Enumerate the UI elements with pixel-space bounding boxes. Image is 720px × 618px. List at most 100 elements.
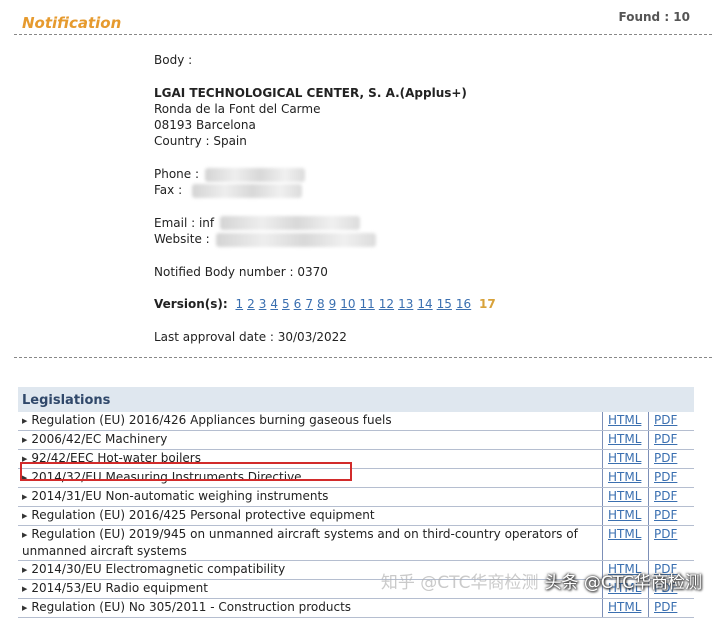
legislation-name[interactable]: 2014/31/EU Non-automatic weighing instru… — [31, 489, 328, 503]
html-cell: HTML — [602, 525, 649, 561]
fax-row: Fax : — [154, 182, 624, 198]
watermark: 知乎 @CTC华商检测 头条 @CTC华商检测 — [381, 568, 702, 593]
legislation-row: ▶ Regulation (EU) 2016/426 Appliances bur… — [18, 412, 694, 431]
pdf-link[interactable]: PDF — [654, 470, 677, 484]
redacted-email — [219, 216, 360, 231]
pdf-link[interactable]: PDF — [654, 527, 677, 541]
organization-name: LGAI TECHNOLOGICAL CENTER, S. A.(Applus+… — [154, 85, 467, 100]
html-link[interactable]: HTML — [608, 413, 641, 427]
version-links: 1 2 3 4 5 6 7 8 9 10 11 12 13 14 15 16 — [231, 297, 475, 311]
pdf-cell: PDF — [648, 412, 694, 431]
version-link[interactable]: 13 — [398, 297, 413, 311]
version-link[interactable]: 15 — [437, 297, 452, 311]
pdf-link[interactable]: PDF — [654, 600, 677, 614]
html-cell: HTML — [602, 412, 649, 431]
html-link[interactable]: HTML — [608, 527, 641, 541]
pdf-cell: PDF — [648, 487, 694, 507]
expand-arrow-icon[interactable]: ▶ — [22, 508, 27, 524]
email-row: Email : inf — [154, 215, 624, 231]
expand-arrow-icon[interactable]: ▶ — [22, 413, 27, 429]
website-label[interactable]: Website : — [154, 232, 214, 246]
version-link[interactable]: 5 — [282, 297, 290, 311]
pdf-cell: PDF — [648, 506, 694, 526]
body-label: Body : — [154, 53, 193, 67]
legislation-cell: ▶ Regulation (EU) 2016/426 Appliances bur… — [18, 412, 603, 431]
expand-arrow-icon[interactable]: ▶ — [22, 600, 27, 616]
bottom-divider — [14, 357, 712, 358]
pdf-link[interactable]: PDF — [654, 489, 677, 503]
html-link[interactable]: HTML — [608, 451, 641, 465]
html-cell: HTML — [602, 598, 649, 618]
version-link[interactable]: 4 — [270, 297, 278, 311]
legislation-cell: ▶ Regulation (EU) No 305/2011 - Construct… — [18, 598, 603, 618]
version-link[interactable]: 14 — [417, 297, 432, 311]
phone-label: Phone : — [154, 167, 200, 182]
pdf-cell: PDF — [648, 430, 694, 450]
country: Country : Spain — [154, 134, 247, 149]
version-link[interactable]: 7 — [305, 297, 313, 311]
pdf-link[interactable]: PDF — [654, 432, 677, 446]
pdf-link[interactable]: PDF — [654, 508, 677, 522]
pdf-link[interactable]: PDF — [654, 451, 677, 465]
version-link[interactable]: 16 — [456, 297, 471, 311]
legislation-name[interactable]: 2006/42/EC Machinery — [31, 432, 167, 446]
website-row: Website : — [154, 231, 624, 247]
pdf-link[interactable]: PDF — [654, 413, 677, 427]
watermark-text: 头条 @CTC华商检测 — [544, 573, 702, 593]
version-link[interactable]: 8 — [317, 297, 325, 311]
legislation-row: ▶ Regulation (EU) 2019/945 on unmanned ai… — [18, 525, 694, 561]
highlight-box — [20, 462, 352, 481]
legislation-row: ▶ 2014/31/EU Non-automatic weighing instr… — [18, 487, 694, 507]
fax-label: Fax : — [154, 183, 183, 198]
expand-arrow-icon[interactable]: ▶ — [22, 489, 27, 505]
redacted-website — [215, 232, 376, 247]
html-cell: HTML — [602, 468, 649, 488]
version-link[interactable]: 12 — [379, 297, 394, 311]
legislation-name[interactable]: 2014/30/EU Electromagnetic compatibility — [31, 562, 285, 576]
legislation-row: ▶ Regulation (EU) 2016/425 Personal prote… — [18, 506, 694, 526]
watermark-faint: 知乎 @CTC华商检测 — [380, 573, 539, 593]
html-link[interactable]: HTML — [608, 470, 641, 484]
expand-arrow-icon[interactable]: ▶ — [22, 581, 27, 597]
legislation-name[interactable]: Regulation (EU) 2019/945 on unmanned air… — [22, 527, 578, 558]
email-label[interactable]: Email : inf — [154, 216, 214, 230]
pdf-cell: PDF — [648, 468, 694, 488]
legislation-row: ▶ Regulation (EU) No 305/2011 - Construct… — [18, 598, 694, 618]
expand-arrow-icon[interactable]: ▶ — [22, 527, 27, 543]
expand-arrow-icon[interactable]: ▶ — [22, 562, 27, 578]
expand-arrow-icon[interactable]: ▶ — [22, 432, 27, 448]
phone-row: Phone : — [154, 166, 624, 182]
notified-body-details: Body : LGAI TECHNOLOGICAL CENTER, S. A.(… — [154, 52, 624, 345]
redacted-fax — [191, 183, 302, 198]
version-link[interactable]: 9 — [329, 297, 337, 311]
html-link[interactable]: HTML — [608, 432, 641, 446]
legislations-heading: Legislations — [18, 387, 694, 412]
pdf-cell: PDF — [648, 449, 694, 469]
legislation-name[interactable]: Regulation (EU) 2016/426 Appliances burn… — [31, 413, 391, 427]
version-link[interactable]: 6 — [294, 297, 302, 311]
html-cell: HTML — [602, 506, 649, 526]
legislation-name[interactable]: 2014/53/EU Radio equipment — [31, 581, 208, 595]
address-line-1: Ronda de la Font del Carme — [154, 101, 321, 116]
redacted-phone — [204, 167, 305, 182]
version-link[interactable]: 3 — [259, 297, 267, 311]
legislation-name[interactable]: Regulation (EU) No 305/2011 - Constructi… — [31, 600, 351, 614]
version-link[interactable]: 2 — [247, 297, 255, 311]
legislation-cell: ▶ Regulation (EU) 2019/945 on unmanned ai… — [18, 525, 603, 561]
version-link[interactable]: 10 — [340, 297, 355, 311]
versions-row: Version(s): 1 2 3 4 5 6 7 8 9 10 11 12 13 14 15 16 17 — [154, 296, 624, 312]
html-link[interactable]: HTML — [608, 508, 641, 522]
notification-title: Notification — [22, 14, 122, 32]
legislation-cell: ▶ Regulation (EU) 2016/425 Personal prote… — [18, 506, 603, 526]
html-link[interactable]: HTML — [608, 489, 641, 503]
legislation-name[interactable]: Regulation (EU) 2016/425 Personal protec… — [31, 508, 374, 522]
legislation-cell: ▶ 2014/31/EU Non-automatic weighing instr… — [18, 487, 603, 507]
last-approval-date: Last approval date : 30/03/2022 — [154, 330, 347, 345]
notified-body-number: Notified Body number : 0370 — [154, 264, 328, 279]
legislation-cell: ▶ 2006/42/EC Machinery — [18, 430, 603, 450]
html-cell: HTML — [602, 430, 649, 450]
html-link[interactable]: HTML — [608, 600, 641, 614]
found-count: Found : 10 — [618, 10, 690, 24]
version-link[interactable]: 1 — [235, 297, 243, 311]
version-link[interactable]: 11 — [360, 297, 375, 311]
